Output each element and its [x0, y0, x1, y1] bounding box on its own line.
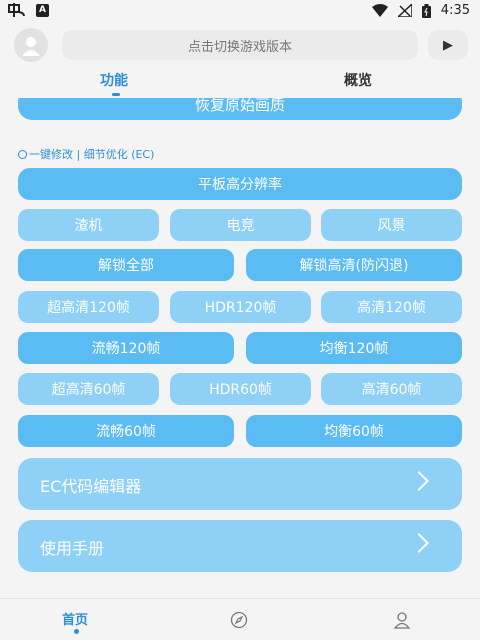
- tab-bar: 功能 概览: [0, 66, 480, 96]
- compass-icon[interactable]: [230, 611, 248, 629]
- play-button[interactable]: ▶: [428, 30, 468, 60]
- tab-overview[interactable]: 概览: [344, 70, 372, 90]
- main-content[interactable]: 恢复原始画质 一键修改 | 细节优化 (EC) 平板高分辨率 渣机 电竞 风景 …: [0, 98, 480, 598]
- tab-functions[interactable]: 功能: [100, 70, 128, 90]
- nav-active-dot: [74, 629, 79, 634]
- tablet-resolution-button[interactable]: 平板高分辨率: [18, 168, 462, 200]
- balanced-120-button[interactable]: 均衡120帧: [246, 332, 462, 364]
- ec-editor-card[interactable]: EC代码编辑器: [18, 458, 462, 510]
- uhd-60-button[interactable]: 超高清60帧: [18, 373, 159, 405]
- unlock-hd-button[interactable]: 解锁高清(防闪退): [246, 249, 462, 281]
- game-version-selector[interactable]: 点击切换游戏版本: [62, 30, 418, 60]
- profile-icon[interactable]: [393, 611, 411, 629]
- balanced-60-button[interactable]: 均衡60帧: [246, 415, 462, 447]
- uhd-120-button[interactable]: 超高清120帧: [18, 291, 159, 323]
- radio-circle-icon: [18, 149, 27, 159]
- app-notification-icon: [8, 3, 25, 17]
- low-end-button[interactable]: 渣机: [18, 209, 159, 241]
- chevron-right-icon: [409, 471, 429, 491]
- section-label-text: 一键修改 | 细节优化 (EC): [29, 148, 155, 161]
- unlock-all-button[interactable]: 解锁全部: [18, 249, 234, 281]
- status-right: 4:35: [371, 3, 470, 18]
- restore-original-quality-button[interactable]: 恢复原始画质: [18, 98, 462, 120]
- nav-home[interactable]: 首页: [62, 609, 88, 628]
- manual-card[interactable]: 使用手册: [18, 520, 462, 572]
- status-time: 4:35: [440, 3, 470, 18]
- status-bar: A 4:35: [0, 0, 480, 22]
- hdr-120-button[interactable]: HDR120帧: [170, 291, 311, 323]
- scenery-button[interactable]: 风景: [321, 209, 462, 241]
- avatar[interactable]: [14, 28, 48, 62]
- top-bar: 点击切换游戏版本 ▶: [0, 26, 480, 62]
- active-tab-indicator: [112, 93, 120, 96]
- ec-editor-label: EC代码编辑器: [40, 477, 142, 496]
- bottom-nav: 首页: [0, 599, 480, 640]
- hdr-60-button[interactable]: HDR60帧: [170, 373, 311, 405]
- section-label: 一键修改 | 细节优化 (EC): [18, 146, 154, 162]
- hd-60-button[interactable]: 高清60帧: [321, 373, 462, 405]
- esports-button[interactable]: 电竞: [170, 209, 311, 241]
- smooth-120-button[interactable]: 流畅120帧: [18, 332, 234, 364]
- smooth-60-button[interactable]: 流畅60帧: [18, 415, 234, 447]
- no-signal-icon: [397, 4, 412, 17]
- play-icon: ▶: [443, 37, 453, 53]
- battery-icon: [421, 3, 431, 18]
- status-left: A: [8, 3, 49, 17]
- wifi-icon: [371, 4, 388, 17]
- chevron-right-icon: [409, 533, 429, 553]
- manual-label: 使用手册: [40, 539, 105, 558]
- hd-120-button[interactable]: 高清120帧: [321, 291, 462, 323]
- user-avatar-icon: [22, 37, 40, 56]
- font-notification-icon: A: [36, 3, 49, 17]
